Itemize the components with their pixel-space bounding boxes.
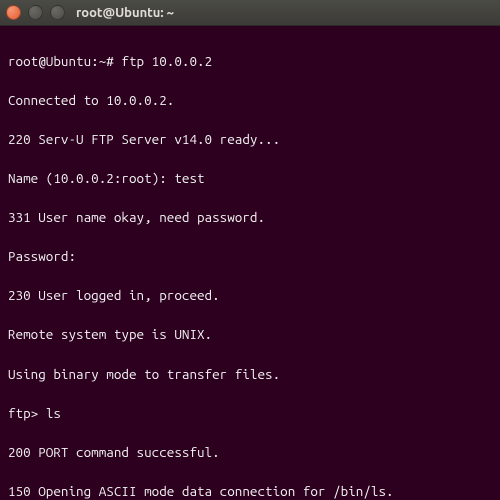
minimize-icon[interactable]	[28, 5, 43, 20]
output-line: 230 User logged in, proceed.	[8, 286, 494, 306]
maximize-icon[interactable]	[50, 5, 65, 20]
terminal-window: root@Ubuntu: ~ root@Ubuntu:~# ftp 10.0.0…	[0, 0, 500, 500]
output-line: Password:	[8, 247, 494, 267]
output-line: Using binary mode to transfer files.	[8, 365, 494, 385]
output-line: 331 User name okay, need password.	[8, 208, 494, 228]
output-line: Name (10.0.0.2:root): test	[8, 169, 494, 189]
output-line: 200 PORT command successful.	[8, 443, 494, 463]
prompt-line: root@Ubuntu:~# ftp 10.0.0.2	[8, 52, 494, 72]
ftp-prompt: ftp>	[8, 405, 38, 421]
close-icon[interactable]	[6, 5, 21, 20]
window-title: root@Ubuntu: ~	[76, 6, 174, 20]
output-line: Remote system type is UNIX.	[8, 325, 494, 345]
shell-prompt: root@Ubuntu:~#	[8, 53, 114, 69]
output-line: 220 Serv-U FTP Server v14.0 ready...	[8, 130, 494, 150]
titlebar[interactable]: root@Ubuntu: ~	[0, 0, 500, 26]
output-line: 150 Opening ASCII mode data connection f…	[8, 482, 494, 500]
typed-command: ftp 10.0.0.2	[121, 53, 212, 69]
typed-command: ls	[46, 405, 61, 421]
output-line: Connected to 10.0.0.2.	[8, 91, 494, 111]
ftp-prompt-line: ftp> ls	[8, 404, 494, 424]
terminal-body[interactable]: root@Ubuntu:~# ftp 10.0.0.2 Connected to…	[0, 26, 500, 500]
